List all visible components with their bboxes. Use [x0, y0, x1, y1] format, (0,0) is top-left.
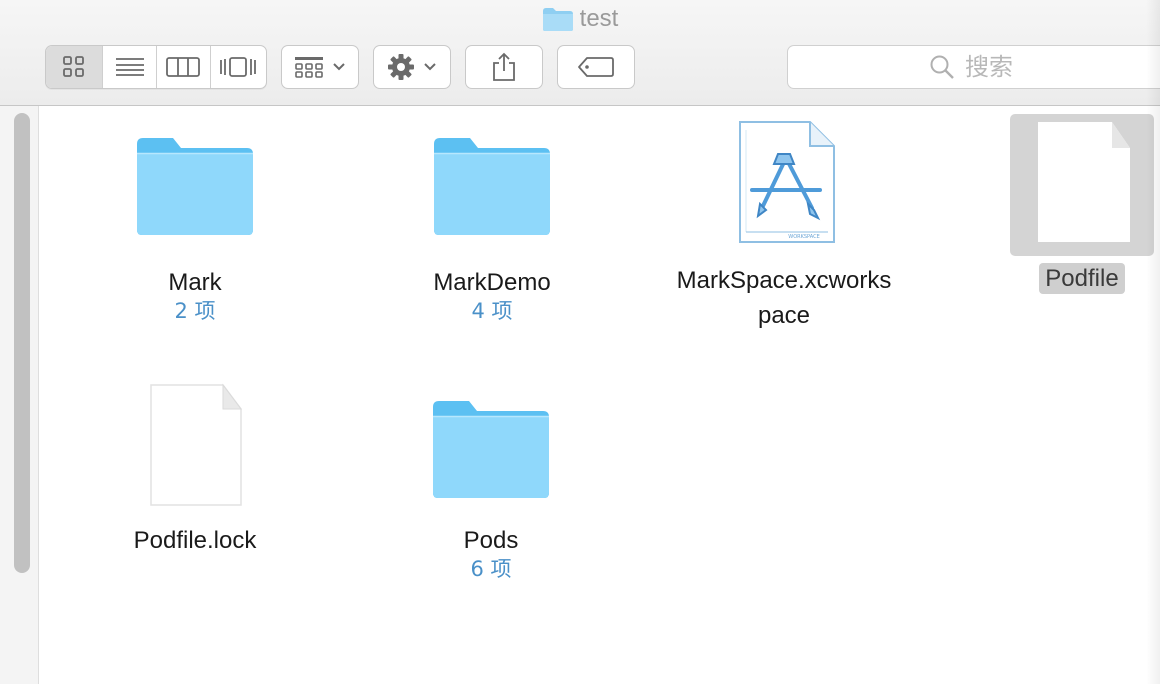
arrange-icon: [295, 57, 323, 78]
columns-icon: [166, 57, 201, 77]
list-view-button[interactable]: [103, 46, 157, 88]
file-item-podfile[interactable]: Podfile: [962, 120, 1160, 300]
share-icon: [493, 52, 515, 81]
action-button[interactable]: [373, 45, 451, 89]
chevron-down-icon: [424, 63, 436, 71]
file-item-pods[interactable]: Pods 6 项: [371, 383, 611, 593]
file-name: MarkDemo: [433, 269, 551, 296]
file-name: Podfile: [962, 261, 1160, 296]
file-name: Podfile.lock: [133, 527, 257, 554]
scrollbar-thumb[interactable]: [14, 113, 30, 573]
document-icon: [135, 383, 255, 513]
window-title-text: test: [579, 5, 619, 32]
file-name: Pods: [463, 527, 519, 554]
gear-icon: [388, 54, 414, 80]
arrange-button[interactable]: [281, 45, 359, 89]
folder-icon: [542, 8, 573, 31]
file-item-markdemo[interactable]: MarkDemo 4 项: [372, 120, 612, 340]
folder-icon: [135, 120, 255, 250]
column-view-button[interactable]: [157, 46, 211, 88]
search-field[interactable]: [787, 45, 1160, 89]
chevron-down-icon: [333, 63, 345, 71]
window-toolbar: test: [0, 0, 1160, 106]
list-icon: [115, 58, 144, 76]
document-icon: [1022, 120, 1142, 250]
edit-tags-button[interactable]: [557, 45, 635, 89]
item-count: 2 项: [174, 299, 216, 323]
view-mode-control: [45, 45, 267, 89]
folder-icon: [432, 120, 552, 250]
window-title: test: [0, 4, 1160, 34]
share-button[interactable]: [465, 45, 543, 89]
svg-text:WORKSPACE: WORKSPACE: [788, 234, 819, 240]
file-name: Mark: [168, 269, 222, 296]
cover-flow-view-button[interactable]: [211, 46, 266, 88]
cover-flow-icon: [220, 57, 257, 77]
grid-icon: [63, 56, 85, 77]
file-item-podfile-lock[interactable]: Podfile.lock: [75, 383, 315, 573]
file-name-selected: Podfile: [1039, 263, 1125, 294]
xcode-workspace-icon: WORKSPACE: [724, 120, 844, 250]
file-item-mark[interactable]: Mark 2 项: [75, 120, 315, 340]
file-name-line-1: MarkSpace.xcworks: [676, 267, 892, 294]
icon-view-button[interactable]: [46, 46, 104, 88]
folder-icon: [431, 383, 551, 513]
search-input[interactable]: [965, 53, 1035, 81]
search-icon: [930, 55, 954, 79]
file-name-line-2: pace: [757, 302, 811, 329]
file-item-markspace-xcworkspace[interactable]: WORKSPACE MarkSpace.xcworks pace: [664, 120, 904, 340]
tag-icon: [578, 57, 614, 77]
window-edge-shadow: [1146, 0, 1160, 684]
item-count: 6 项: [470, 557, 512, 581]
item-count: 4 项: [471, 299, 513, 323]
